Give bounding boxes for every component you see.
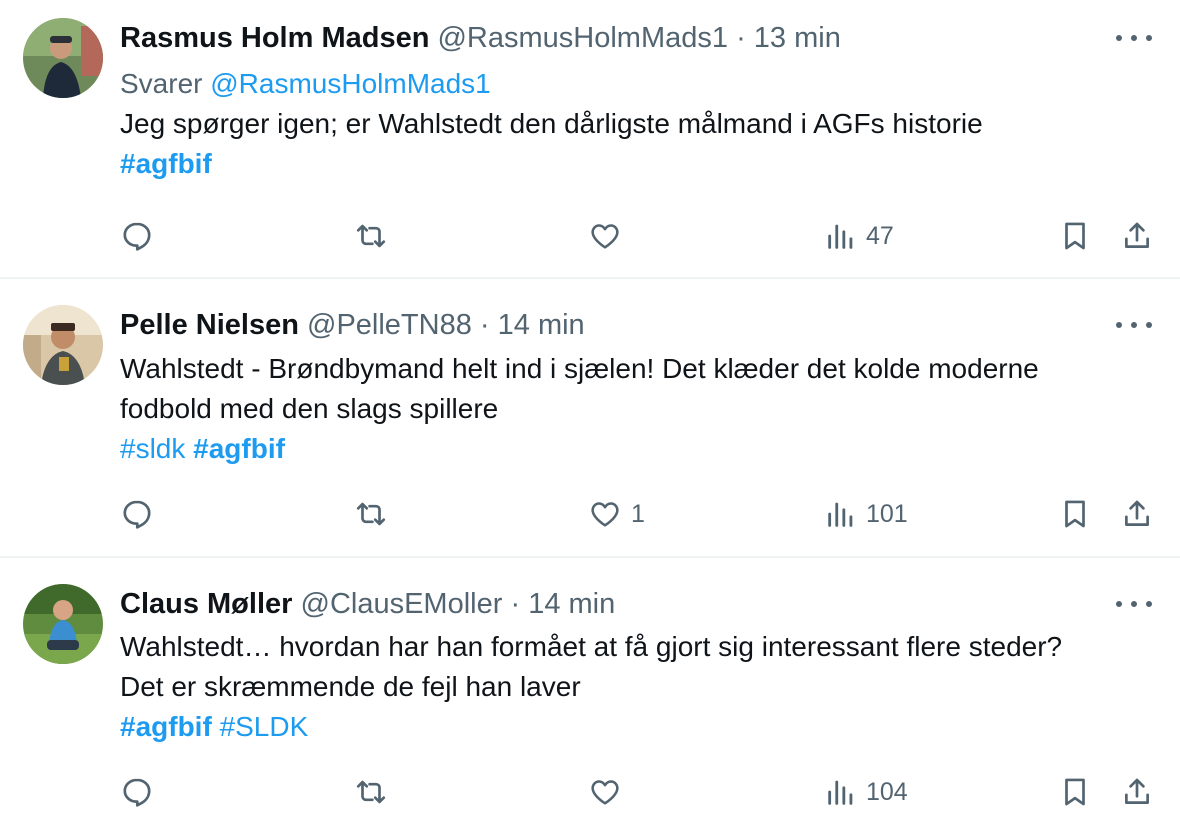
more-icon[interactable] (1116, 594, 1152, 614)
tweet-text: fodbold med den slags spillere (120, 393, 499, 424)
views-button[interactable]: 47 (824, 216, 894, 256)
avatar-photo (23, 18, 103, 98)
hashtag-link[interactable]: #sldk (120, 433, 185, 464)
reply-to: Svarer @RasmusHolmMads1 (120, 64, 1165, 104)
tweet-text: Jeg spørger igen; er Wahlstedt den dårli… (120, 108, 983, 139)
retweet-button[interactable] (353, 494, 389, 534)
author-handle[interactable]: @ClausEMoller (301, 588, 503, 620)
reply-button[interactable] (120, 772, 154, 812)
share-icon (1125, 778, 1149, 804)
hashtag-link[interactable]: #agfbif (120, 711, 212, 742)
views-button[interactable]: 104 (824, 772, 908, 812)
avatar[interactable] (23, 305, 103, 385)
reply-handle-link[interactable]: @RasmusHolmMads1 (210, 68, 491, 99)
separator: · (510, 588, 521, 620)
hashtag-link[interactable]: #agfbif (193, 433, 285, 464)
bookmark-icon (1065, 778, 1085, 806)
heart-icon (591, 502, 619, 527)
share-icon (1125, 500, 1149, 526)
reply-icon (123, 778, 151, 807)
views-icon (828, 502, 853, 527)
retweet-icon (356, 502, 386, 526)
tweet-text: Wahlstedt - Brøndbymand helt ind i sjæle… (120, 353, 1039, 384)
retweet-button[interactable] (353, 772, 389, 812)
action-bar: 1 101 (0, 494, 1180, 534)
tweet-header: Claus Møller @ClausEMoller · 14 min (120, 586, 615, 622)
author-handle[interactable]: @PelleTN88 (307, 309, 472, 341)
hashtag-link[interactable]: #SLDK (220, 711, 309, 742)
reply-icon (123, 500, 151, 529)
like-button[interactable] (587, 216, 631, 256)
avatar-photo (23, 305, 103, 385)
tweet-body: Wahlstedt - Brøndbymand helt ind i sjæle… (120, 349, 1165, 469)
tweet-text: Det er skræmmende de fejl han laver (120, 671, 581, 702)
tweet[interactable]: Claus Møller @ClausEMoller · 14 min Wahl… (0, 558, 1180, 830)
bookmark-icon (1065, 500, 1085, 528)
author-name[interactable]: Pelle Nielsen (120, 309, 299, 341)
timestamp[interactable]: 13 min (754, 22, 841, 54)
separator: · (479, 309, 490, 341)
more-icon[interactable] (1116, 315, 1152, 335)
tweet-body: Svarer @RasmusHolmMads1 Jeg spørger igen… (120, 64, 1165, 184)
view-count: 101 (866, 499, 908, 528)
tweet-body: Wahlstedt… hvordan har han formået at få… (120, 627, 1165, 747)
share-icon (1125, 222, 1149, 248)
heart-icon (591, 780, 619, 805)
tweet-header: Rasmus Holm Madsen @RasmusHolmMads1 · 13… (120, 20, 841, 56)
share-button[interactable] (1120, 772, 1154, 812)
bookmark-icon (1065, 222, 1085, 250)
views-icon (828, 224, 853, 249)
bookmark-button[interactable] (1058, 772, 1092, 812)
bookmark-button[interactable] (1058, 216, 1092, 256)
reply-button[interactable] (120, 494, 154, 534)
separator: · (736, 22, 746, 54)
retweet-button[interactable] (353, 216, 389, 256)
avatar[interactable] (23, 18, 103, 98)
reply-label: Svarer (120, 68, 203, 99)
avatar[interactable] (23, 584, 103, 664)
views-button[interactable]: 101 (824, 494, 908, 534)
like-count: 1 (631, 499, 645, 528)
heart-icon (591, 224, 619, 249)
bookmark-button[interactable] (1058, 494, 1092, 534)
hashtag-link[interactable]: #agfbif (120, 148, 212, 179)
tweet[interactable]: Rasmus Holm Madsen @RasmusHolmMads1 · 13… (0, 0, 1180, 279)
like-button[interactable] (587, 772, 631, 812)
tweet-header: Pelle Nielsen @PelleTN88 · 14 min (120, 307, 585, 343)
view-count: 104 (866, 777, 908, 806)
author-name[interactable]: Rasmus Holm Madsen (120, 22, 429, 54)
views-icon (828, 780, 853, 805)
retweet-icon (356, 224, 386, 248)
author-name[interactable]: Claus Møller (120, 588, 292, 620)
action-bar: 104 (0, 772, 1180, 812)
reply-icon (123, 222, 151, 251)
like-button[interactable]: 1 (587, 494, 645, 534)
avatar-photo (23, 584, 103, 664)
tweet-text: Wahlstedt… hvordan har han formået at få… (120, 631, 1063, 662)
action-bar: 47 (0, 216, 1180, 256)
more-icon[interactable] (1116, 28, 1152, 48)
reply-button[interactable] (120, 216, 154, 256)
share-button[interactable] (1120, 494, 1154, 534)
view-count: 47 (866, 221, 894, 250)
timestamp[interactable]: 14 min (528, 588, 615, 620)
retweet-icon (356, 780, 386, 804)
tweet[interactable]: Pelle Nielsen @PelleTN88 · 14 min Wahlst… (0, 279, 1180, 558)
author-handle[interactable]: @RasmusHolmMads1 (437, 22, 728, 54)
share-button[interactable] (1120, 216, 1154, 256)
timestamp[interactable]: 14 min (498, 309, 585, 341)
